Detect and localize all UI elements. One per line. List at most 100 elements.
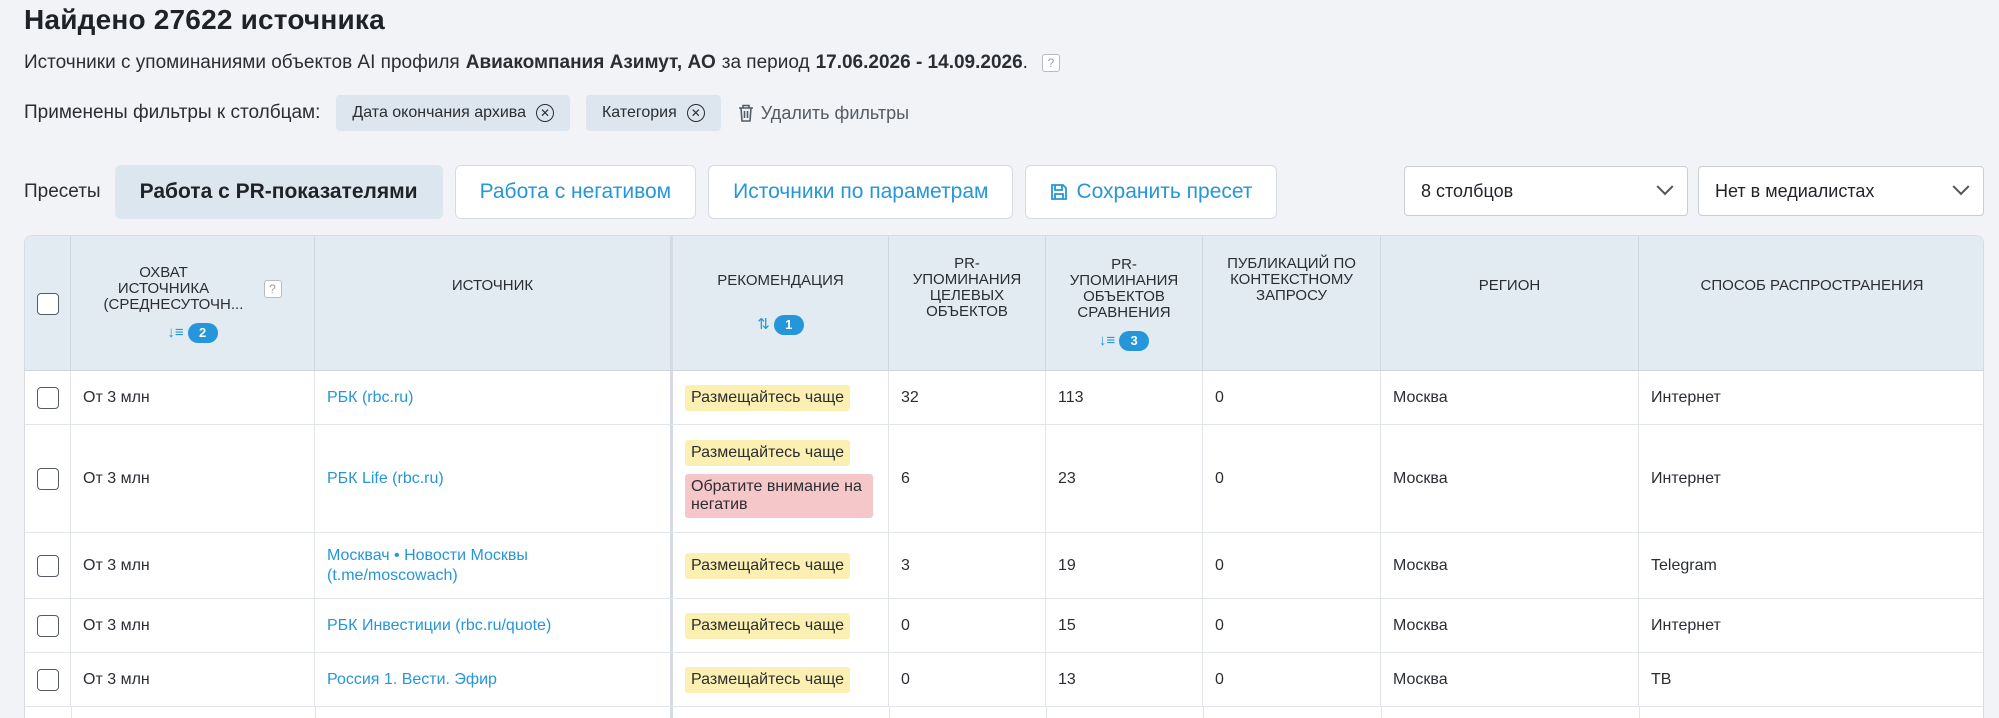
medialists-select-value: Нет в медиалистах: [1715, 180, 1875, 201]
header-pr-compare[interactable]: PR-упоминания объектов сравнения ↓≡ 3: [1046, 236, 1203, 371]
recommendation-tag: Размещайтесь чаще: [685, 439, 851, 466]
header-region-label: Регион: [1478, 277, 1541, 294]
sort-desc-icon: ↓≡: [1098, 331, 1116, 349]
table-row[interactable]: От 3 млн Москвач • Новости Москвы (t.me/m…: [25, 533, 1983, 599]
column-divider: [315, 707, 316, 718]
cell-pr-target: 0: [889, 599, 1046, 652]
frozen-divider: [670, 707, 673, 718]
save-preset-label: Сохранить пресет: [1076, 180, 1253, 203]
preset-negative[interactable]: Работа с негативом: [454, 165, 697, 219]
subtitle-end: .: [1022, 52, 1028, 73]
column-divider: [1203, 707, 1204, 718]
header-pubs[interactable]: Публикаций по контекстному запросу: [1203, 236, 1381, 371]
row-checkbox[interactable]: [36, 554, 59, 577]
cell-source[interactable]: РБК Life (rbc.ru): [315, 425, 671, 532]
cell-reach: От 3 млн: [71, 599, 315, 652]
delete-filters-button[interactable]: Удалить фильтры: [737, 103, 909, 124]
frozen-divider: [670, 533, 673, 598]
row-select-cell: [25, 533, 71, 598]
filter-chip-category[interactable]: Категория ✕: [585, 95, 721, 131]
row-select-cell: [25, 653, 71, 706]
cell-region: Москва: [1381, 371, 1639, 424]
cell-source[interactable]: РБК Инвестиции (rbc.ru/quote): [315, 599, 671, 652]
cell-recommendation: Размещайтесь чаще: [673, 653, 889, 706]
cell-recommendation: Размещайтесь чаще: [673, 599, 889, 652]
cell-pr-compare: 15: [1046, 599, 1203, 652]
row-checkbox[interactable]: [36, 467, 59, 490]
table-row[interactable]: От 3 млн РБК Инвестиции (rbc.ru/quote) Раз…: [25, 599, 1983, 653]
delete-filters-label: Удалить фильтры: [760, 102, 910, 123]
cell-pr-target: 0: [889, 653, 1046, 706]
cell-pr-compare: 19: [1046, 533, 1203, 598]
frozen-divider: [670, 371, 673, 424]
header-pr-target[interactable]: PR-упоминания целевых объектов: [889, 236, 1046, 371]
cell-source[interactable]: Россия 1. Вести. Эфир: [315, 653, 671, 706]
sort-indicator[interactable]: ↓≡ 3: [1098, 330, 1150, 351]
cell-recommendation: Размещайтесь чаще: [673, 533, 889, 598]
header-pubs-label: Публикаций по контекстному запросу: [1227, 255, 1356, 304]
cell-pubs: 0: [1203, 371, 1381, 424]
header-recommendation[interactable]: Рекомендация ⇅ 1: [673, 236, 889, 371]
row-checkbox[interactable]: [36, 668, 59, 691]
select-all-checkbox[interactable]: [36, 292, 59, 315]
recommendation-tag: Размещайтесь чаще: [685, 384, 851, 411]
cell-distribution: Интернет: [1639, 425, 1983, 532]
header-distribution-label: Способ распространения: [1700, 277, 1924, 294]
header-source[interactable]: Источник: [315, 236, 671, 371]
cell-pubs: 0: [1203, 599, 1381, 652]
header-recommendation-label: Рекомендация: [717, 271, 844, 289]
cell-reach: От 3 млн: [71, 533, 315, 598]
column-divider: [889, 707, 890, 718]
presets-bar: Пресеты Работа с PR-показателями Работа …: [24, 165, 1278, 219]
trash-icon: [738, 104, 753, 122]
frozen-divider: [670, 599, 673, 652]
header-region[interactable]: Регион: [1381, 236, 1639, 371]
cell-distribution: ТВ: [1639, 653, 1983, 706]
cell-pr-compare: 13: [1046, 653, 1203, 706]
sort-order-badge: 2: [187, 322, 218, 343]
page-subtitle: Источники с упоминаниями объектов AI про…: [24, 52, 1060, 74]
column-divider: [1639, 707, 1640, 718]
table-row[interactable]: От 3 млн Россия 1. Вести. Эфир Размещайтес…: [25, 653, 1983, 707]
cell-pubs: 0: [1203, 653, 1381, 706]
cell-recommendation: Размещайтесь чаще: [673, 371, 889, 424]
filters-label: Применены фильтры к столбцам:: [24, 102, 321, 123]
cell-source[interactable]: Москвач • Новости Москвы (t.me/moscowach…: [315, 533, 671, 598]
header-source-label: Источник: [451, 277, 534, 294]
cell-distribution: Интернет: [1639, 599, 1983, 652]
header-distribution[interactable]: Способ распространения: [1639, 236, 1983, 371]
close-icon[interactable]: ✕: [535, 104, 554, 122]
table-row[interactable]: От 3 млн РБК Life (rbc.ru) Размещайтесь ча…: [25, 425, 1983, 533]
row-checkbox[interactable]: [36, 386, 59, 409]
subtitle-company: Авиакомпания Азимут, АО: [465, 52, 716, 73]
cell-source[interactable]: РБК (rbc.ru): [315, 371, 671, 424]
cell-pr-compare: 23: [1046, 425, 1203, 532]
medialists-select[interactable]: Нет в медиалистах: [1698, 166, 1984, 216]
recommendation-tag: Размещайтесь чаще: [685, 666, 851, 693]
row-select-cell: [25, 425, 71, 532]
columns-select[interactable]: 8 столбцов: [1404, 166, 1688, 216]
row-select-cell: [25, 371, 71, 424]
sort-indicator[interactable]: ⇅ 1: [757, 314, 804, 335]
filter-chip-archive-end[interactable]: Дата окончания архива ✕: [336, 95, 570, 131]
cell-region: Москва: [1381, 653, 1639, 706]
preset-pr-metrics[interactable]: Работа с PR-показателями: [114, 165, 443, 219]
cell-pubs: 0: [1203, 425, 1381, 532]
header-reach[interactable]: Охват источника (среднесуточн... ? ↓≡ 2: [71, 236, 315, 371]
cell-reach: От 3 млн: [71, 425, 315, 532]
help-icon[interactable]: ?: [1041, 54, 1060, 72]
help-icon[interactable]: ?: [263, 279, 282, 298]
page-title: Найдено 27622 источника: [24, 4, 385, 35]
preset-by-params[interactable]: Источники по параметрам: [708, 165, 1014, 219]
sort-desc-icon: ↓≡: [167, 323, 184, 341]
filter-chip-label: Дата окончания архива: [352, 104, 526, 121]
table-row[interactable]: От 3 млн РБК (rbc.ru) Размещайтесь чаще 32 1…: [25, 371, 1983, 425]
save-preset-button[interactable]: Сохранить пресет: [1025, 165, 1278, 219]
sort-indicator[interactable]: ↓≡ 2: [167, 322, 218, 343]
frozen-divider: [670, 653, 673, 706]
row-checkbox[interactable]: [36, 614, 59, 637]
close-icon[interactable]: ✕: [686, 104, 705, 122]
columns-select-value: 8 столбцов: [1421, 180, 1514, 201]
cell-region: Москва: [1381, 533, 1639, 598]
sort-order-badge: 1: [773, 314, 804, 335]
